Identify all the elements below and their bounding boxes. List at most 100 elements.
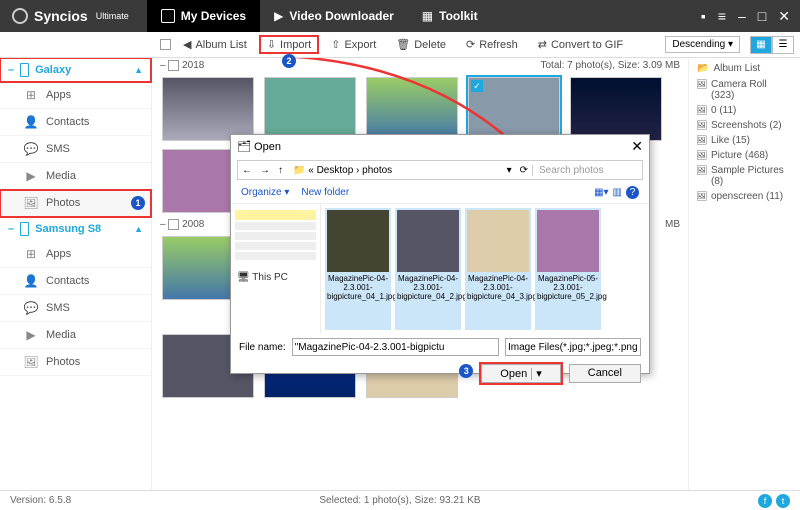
album-item[interactable]: Like (15) [693, 133, 796, 148]
grid-icon: ▦ [422, 9, 433, 23]
file-item[interactable]: MagazinePic-04-2.3.001-bigpicture_04_1.j… [325, 208, 391, 330]
refresh-icon[interactable]: ⟳ [516, 165, 532, 176]
dropdown-icon[interactable]: ▾ [503, 165, 516, 176]
badge-3: 3 [459, 364, 473, 378]
file-item[interactable]: MagazinePic-05-2.3.001-bigpicture_05_2.j… [535, 208, 601, 330]
collapse-icon[interactable]: – [160, 60, 166, 71]
badge-1: 1 [131, 196, 145, 210]
nav-fwd-icon[interactable]: → [256, 165, 274, 176]
album-item[interactable]: Camera Roll (323) [693, 77, 796, 103]
photo-thumb[interactable] [264, 77, 356, 141]
dropdown-icon[interactable]: ▾ [531, 368, 542, 380]
album-item[interactable]: Screenshots (2) [693, 118, 796, 133]
view-list[interactable]: ☰ [772, 36, 794, 54]
dialog-nav-tree[interactable]: 🖥 This PC [231, 204, 321, 334]
media-icon: ▶ [24, 328, 38, 342]
group-stats: Total: 7 photo(s), Size: 3.09 MB [540, 60, 680, 71]
filetype-filter[interactable] [505, 338, 641, 356]
sms-icon: 💬 [24, 301, 38, 315]
delete-button[interactable]: 🗑Delete [388, 35, 454, 54]
chevron-up-icon[interactable]: ▲ [134, 224, 143, 234]
close-icon[interactable]: ✕ [778, 8, 790, 25]
menu-icon[interactable]: ≡ [718, 8, 726, 25]
brand: Syncios Ultimate [0, 8, 141, 24]
refresh-icon: ⟳ [466, 38, 475, 51]
photo-thumb[interactable] [570, 77, 662, 141]
device-galaxy[interactable]: –Galaxy▲ [0, 58, 151, 82]
chevron-up-icon[interactable]: ▲ [134, 65, 143, 75]
photos-icon: 🖼 [24, 196, 38, 210]
sidebar-item-media-2[interactable]: ▶Media [0, 322, 151, 349]
export-icon: ⇧ [331, 38, 340, 51]
album-item[interactable]: openscreen (11) [693, 189, 796, 204]
group-checkbox[interactable] [168, 60, 179, 71]
nav-my-devices[interactable]: My Devices [147, 0, 260, 32]
toolbar: ◀Album List ⇩Import 2 ⇧Export 🗑Delete ⟳R… [0, 32, 800, 58]
filename-input[interactable] [292, 338, 499, 356]
apps-icon: ⊞ [24, 247, 38, 261]
nav-back-icon[interactable]: ← [238, 165, 256, 176]
organize-menu[interactable]: Organize ▾ [241, 187, 289, 198]
minimize-icon[interactable]: – [738, 8, 746, 25]
dialog-address-bar[interactable]: ← → ↑ 📁 « Desktop › photos ▾ ⟳ Search ph… [237, 160, 643, 180]
refresh-button[interactable]: ⟳Refresh [458, 35, 526, 54]
view-grid[interactable]: ▦ [750, 36, 772, 54]
import-button[interactable]: ⇩Import 2 [259, 35, 319, 54]
dialog-close-icon[interactable]: ✕ [631, 138, 643, 155]
group-checkbox[interactable] [168, 219, 179, 230]
media-icon: ▶ [24, 169, 38, 183]
phone-icon [20, 63, 29, 77]
sidebar-item-sms-2[interactable]: 💬SMS [0, 295, 151, 322]
photo-thumb[interactable] [366, 77, 458, 141]
contacts-icon: 👤 [24, 274, 38, 288]
preview-pane[interactable]: ▥ [613, 187, 622, 198]
view-options[interactable]: ▦▾ [594, 187, 608, 198]
album-item[interactable]: Sample Pictures (8) [693, 163, 796, 189]
nav-video-downloader[interactable]: ▶Video Downloader [260, 0, 408, 32]
sidebar-item-contacts-2[interactable]: 👤Contacts [0, 268, 151, 295]
version-label: Version: 6.5.8 [10, 495, 71, 506]
app-name: Syncios [34, 8, 88, 24]
file-item[interactable]: MagazinePic-04-2.3.001-bigpicture_04_3.j… [465, 208, 531, 330]
back-button[interactable]: ◀Album List [175, 35, 255, 54]
device-samsung[interactable]: –Samsung S8▲ [0, 217, 151, 241]
photo-thumb[interactable] [162, 77, 254, 141]
convert-gif-button[interactable]: ⇄Convert to GIF [530, 35, 631, 54]
folder-icon: 🗂 [237, 140, 251, 153]
play-icon: ▶ [274, 9, 283, 23]
chat-icon[interactable]: ▪ [701, 8, 706, 25]
cancel-button[interactable]: Cancel [569, 364, 641, 383]
photo-thumb-selected[interactable] [468, 77, 560, 141]
facebook-icon[interactable]: f [758, 494, 772, 508]
collapse-icon[interactable]: – [160, 219, 166, 230]
group-header-2018: – 2018 Total: 7 photo(s), Size: 3.09 MB [152, 58, 688, 73]
sidebar-item-photos-2[interactable]: 🖼Photos [0, 349, 151, 376]
sidebar-item-sms[interactable]: 💬SMS [0, 136, 151, 163]
export-button[interactable]: ⇧Export [323, 35, 384, 54]
new-folder-button[interactable]: New folder [301, 187, 349, 198]
trash-icon: 🗑 [396, 38, 410, 51]
file-item[interactable]: MagazinePic-04-2.3.001-bigpicture_04_2.j… [395, 208, 461, 330]
sidebar-item-apps[interactable]: ⊞Apps [0, 82, 151, 109]
select-all-checkbox[interactable] [160, 39, 171, 50]
sidebar-item-contacts[interactable]: 👤Contacts [0, 109, 151, 136]
phone-icon [161, 9, 175, 23]
album-item[interactable]: 0 (11) [693, 103, 796, 118]
open-button[interactable]: Open▾ [481, 364, 560, 383]
maximize-icon[interactable]: □ [758, 8, 766, 25]
apps-icon: ⊞ [24, 88, 38, 102]
app-icon [12, 8, 28, 24]
help-icon[interactable]: ? [626, 186, 639, 199]
this-pc[interactable]: 🖥 This PC [235, 270, 316, 285]
sidebar-item-apps-2[interactable]: ⊞Apps [0, 241, 151, 268]
dialog-search-input[interactable]: Search photos [532, 165, 642, 176]
sidebar-item-media[interactable]: ▶Media [0, 163, 151, 190]
phone-icon [20, 222, 29, 236]
nav-up-icon[interactable]: ↑ [274, 165, 287, 176]
sort-dropdown[interactable]: Descending ▾ [665, 36, 740, 53]
sidebar-item-photos[interactable]: 🖼Photos 1 [0, 190, 151, 217]
twitter-icon[interactable]: t [776, 494, 790, 508]
dialog-file-list: MagazinePic-04-2.3.001-bigpicture_04_1.j… [321, 204, 649, 334]
album-item[interactable]: Picture (468) [693, 148, 796, 163]
nav-toolkit[interactable]: ▦Toolkit [408, 0, 492, 32]
